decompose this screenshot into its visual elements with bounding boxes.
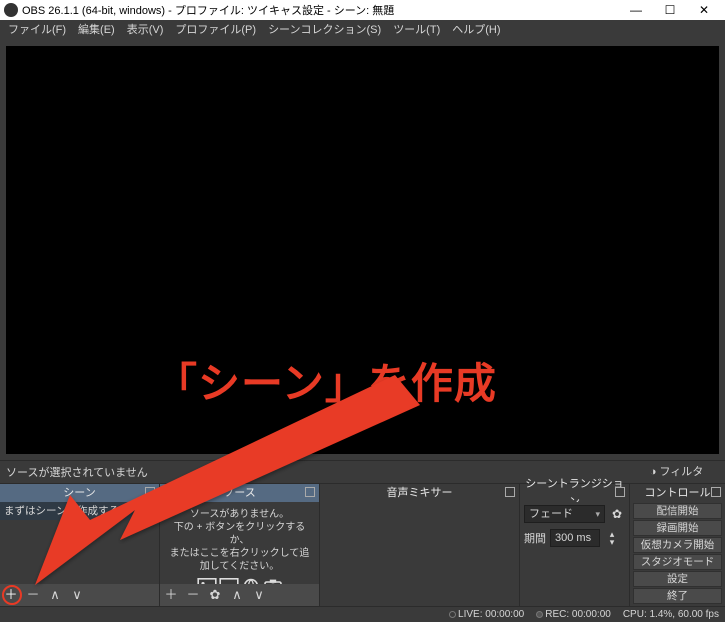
dock-mixer-body[interactable]	[320, 502, 519, 606]
source-up-button[interactable]: ∧	[230, 588, 244, 602]
dock-audio-mixer: 音声ミキサー	[320, 484, 520, 606]
menu-scene-collection[interactable]: シーンコレクション(S)	[262, 20, 387, 40]
studio-mode-button[interactable]: スタジオモード	[633, 554, 722, 570]
scene-up-button[interactable]: ∧	[48, 588, 62, 602]
rec-dot-icon	[536, 611, 543, 618]
status-cpu: CPU: 1.4%, 60.00 fps	[623, 609, 719, 620]
duration-stepper[interactable]: ▴▾	[604, 530, 620, 546]
camera-icon	[263, 578, 283, 584]
source-properties-button[interactable]: ✿	[208, 588, 222, 602]
transition-select[interactable]: フェード	[524, 505, 605, 523]
obs-app-icon	[4, 3, 18, 17]
sources-toolbar: ＋ － ✿ ∧ ∨	[160, 584, 319, 606]
scenes-empty-hint: まずはシーンを作成する	[0, 502, 159, 520]
popout-icon	[711, 487, 721, 497]
remove-source-button[interactable]: －	[186, 588, 200, 602]
dock-transitions-body: フェード ✿ 期間 300 ms ▴▾	[520, 502, 629, 606]
popout-icon	[145, 487, 155, 497]
dock-scenes-header[interactable]: シーン	[0, 484, 159, 502]
scene-down-button[interactable]: ∨	[70, 588, 84, 602]
start-recording-button[interactable]: 録画開始	[633, 520, 722, 536]
preview-area	[0, 40, 725, 460]
source-down-button[interactable]: ∨	[252, 588, 266, 602]
add-source-button[interactable]: ＋	[164, 588, 178, 602]
sources-empty-hint: ソースがありません。 下の + ボタンをクリックするか、 またはここを右クリック…	[160, 502, 319, 575]
dock-scenes: シーン まずはシーンを作成する ＋ － ∧ ∨	[0, 484, 160, 606]
remove-scene-button[interactable]: －	[26, 588, 40, 602]
menu-file[interactable]: ファイル(F)	[2, 20, 72, 40]
dock-sources-header[interactable]: ソース	[160, 484, 319, 502]
transition-settings-button[interactable]: ✿	[609, 506, 625, 522]
dock-transitions-header[interactable]: シーントランジション	[520, 484, 629, 502]
dock-controls: コントロール 配信開始 録画開始 仮想カメラ開始 スタジオモード 設定 終了	[630, 484, 725, 606]
image-icon	[197, 578, 217, 584]
start-virtualcam-button[interactable]: 仮想カメラ開始	[633, 537, 722, 553]
source-type-icons	[160, 578, 319, 584]
filter-button[interactable]: ◑フィルタ	[634, 461, 719, 483]
menu-tools[interactable]: ツール(T)	[387, 20, 446, 40]
menu-edit[interactable]: 編集(E)	[72, 20, 121, 40]
scenes-toolbar: ＋ － ∧ ∨	[0, 584, 159, 606]
titlebar: OBS 26.1.1 (64-bit, windows) - プロファイル: ツ…	[0, 0, 725, 20]
dock-controls-body: 配信開始 録画開始 仮想カメラ開始 スタジオモード 設定 終了	[630, 502, 725, 606]
maximize-button[interactable]: ☐	[653, 0, 687, 20]
minimize-button[interactable]: —	[619, 0, 653, 20]
dock-row: シーン まずはシーンを作成する ＋ － ∧ ∨ ソース ソースがありません。 下…	[0, 484, 725, 606]
menu-help[interactable]: ヘルプ(H)	[446, 20, 506, 40]
dock-sources: ソース ソースがありません。 下の + ボタンをクリックするか、 またはここを右…	[160, 484, 320, 606]
window-title: OBS 26.1.1 (64-bit, windows) - プロファイル: ツ…	[22, 2, 619, 18]
add-scene-button[interactable]: ＋	[4, 588, 18, 602]
dock-transitions: シーントランジション フェード ✿ 期間 300 ms ▴▾	[520, 484, 630, 606]
live-dot-icon	[449, 611, 456, 618]
duration-label: 期間	[524, 530, 546, 546]
close-button[interactable]: ✕	[687, 0, 721, 20]
filter-icon: ◑	[650, 466, 657, 478]
display-icon	[219, 578, 239, 584]
exit-button[interactable]: 終了	[633, 588, 722, 604]
globe-icon	[241, 578, 261, 584]
popout-icon	[305, 487, 315, 497]
duration-input[interactable]: 300 ms	[550, 529, 600, 547]
dock-controls-header[interactable]: コントロール	[630, 484, 725, 502]
settings-button[interactable]: 設定	[633, 571, 722, 587]
popout-icon	[615, 487, 625, 497]
menubar: ファイル(F) 編集(E) 表示(V) プロファイル(P) シーンコレクション(…	[0, 20, 725, 40]
dock-mixer-header[interactable]: 音声ミキサー	[320, 484, 519, 502]
start-streaming-button[interactable]: 配信開始	[633, 503, 722, 519]
menu-view[interactable]: 表示(V)	[121, 20, 170, 40]
dock-scenes-body[interactable]: まずはシーンを作成する	[0, 502, 159, 584]
popout-icon	[505, 487, 515, 497]
status-rec: REC: 00:00:00	[536, 609, 611, 620]
preview-canvas[interactable]	[6, 46, 719, 454]
status-live: LIVE: 00:00:00	[449, 609, 524, 620]
menu-profile[interactable]: プロファイル(P)	[169, 20, 262, 40]
dock-sources-body[interactable]: ソースがありません。 下の + ボタンをクリックするか、 またはここを右クリック…	[160, 502, 319, 584]
